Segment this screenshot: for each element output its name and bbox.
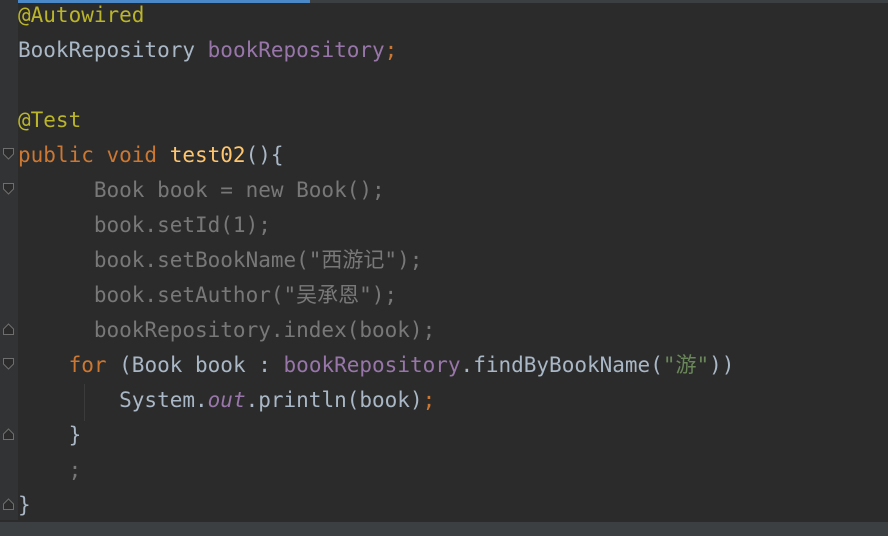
code-line[interactable]: book.setBookName("西游记");	[18, 243, 423, 278]
code-token: ))	[709, 353, 735, 377]
fold-open-icon[interactable]	[3, 358, 14, 370]
code-token: ;	[422, 388, 436, 412]
code-token: }	[18, 423, 82, 447]
code-token: .println(book)	[245, 388, 423, 412]
code-token: public void	[18, 143, 170, 167]
horizontal-scrollbar[interactable]	[0, 522, 888, 536]
code-token: book.setId(1);	[18, 213, 271, 237]
code-line[interactable]: BookRepository bookRepository;	[18, 33, 397, 68]
code-token: test02	[169, 143, 246, 167]
code-line[interactable]: }	[18, 488, 31, 523]
code-token: ;	[384, 38, 398, 62]
code-line[interactable]: Book book = new Book();	[18, 173, 385, 208]
code-token: }	[18, 493, 31, 517]
code-token: "游"	[662, 353, 710, 377]
code-token: Book book = new Book();	[18, 178, 385, 202]
code-line[interactable]: for (Book book : bookRepository.findByBo…	[18, 348, 735, 383]
code-token: out	[207, 388, 246, 412]
code-line[interactable]: @Autowired	[18, 0, 144, 33]
code-token: (Book book :	[119, 353, 284, 377]
code-token: (){	[245, 143, 284, 167]
fold-open-icon[interactable]	[3, 183, 14, 195]
code-line[interactable]: }	[18, 418, 82, 453]
code-line[interactable]: @Test	[18, 103, 81, 138]
code-line[interactable]: ;	[18, 453, 82, 488]
code-token: BookRepository	[18, 38, 208, 62]
code-token: for	[68, 353, 120, 377]
fold-open-icon[interactable]	[3, 148, 14, 160]
code-token: book.setAuthor("吴承恩");	[18, 283, 398, 307]
code-line[interactable]: bookRepository.index(book);	[18, 313, 435, 348]
editor-gutter	[0, 0, 18, 520]
code-line[interactable]: public void test02(){	[18, 138, 284, 173]
code-token: @Autowired	[18, 3, 145, 27]
code-token: System.	[18, 388, 208, 412]
code-token: ;	[18, 458, 82, 482]
fold-close-icon[interactable]	[3, 428, 14, 440]
code-token: bookRepository	[207, 38, 385, 62]
code-token: bookRepository	[283, 353, 461, 377]
fold-close-icon[interactable]	[3, 323, 14, 335]
code-editor[interactable]: @Autowired BookRepository bookRepository;…	[0, 0, 888, 536]
code-token: bookRepository.index(book);	[18, 318, 436, 342]
code-line[interactable]: book.setId(1);	[18, 208, 271, 243]
fold-close-icon[interactable]	[3, 498, 14, 510]
code-token: @Test	[18, 108, 82, 132]
code-line[interactable]: System.out.println(book);	[18, 383, 435, 418]
code-line[interactable]: book.setAuthor("吴承恩");	[18, 278, 397, 313]
code-token: book.setBookName("西游记");	[18, 248, 423, 272]
code-token: .findByBookName(	[460, 353, 663, 377]
